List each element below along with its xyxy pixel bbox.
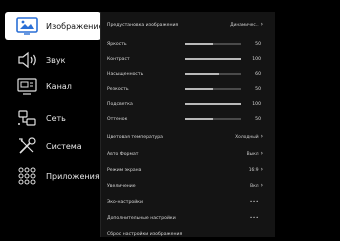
sidebar-item-apps[interactable]: Приложения [5, 162, 101, 190]
picture-preset-label: Предустановка изображения [107, 22, 179, 28]
backlight-value: 100 [252, 101, 261, 107]
brightness-label: Яркость [107, 41, 127, 47]
screen-mode-value-wrap: 16:9 › [249, 164, 263, 176]
reset-picture-row[interactable]: Сброс настройки изображения [107, 228, 269, 240]
tint-slider[interactable] [185, 118, 241, 120]
contrast-slider-fill [185, 58, 241, 60]
picture-preset-value: Динамичес.. [230, 22, 259, 28]
auto-format-value-wrap: Выкл › [247, 148, 263, 160]
contrast-value: 100 [252, 56, 261, 62]
sidebar-item-label: Изображение [46, 21, 104, 31]
sidebar-item-network[interactable]: Сеть [5, 104, 101, 132]
contrast-slider[interactable] [185, 58, 241, 60]
sidebar-item-system[interactable]: Система [5, 132, 101, 160]
chevron-right-icon: › [260, 182, 263, 189]
speaker-icon [15, 50, 39, 70]
color-temperature-value: Холодный [235, 134, 259, 140]
sidebar-item-label: Система [46, 141, 82, 151]
picture-icon [15, 16, 39, 36]
chevron-right-icon: › [260, 133, 263, 140]
auto-format-row[interactable]: Авто Формат Выкл › [107, 148, 269, 160]
backlight-label: Подсветка [107, 101, 133, 107]
sharpness-slider[interactable] [185, 88, 241, 90]
screen-mode-row[interactable]: Режим экрана 16:9 › [107, 164, 269, 176]
eco-settings-row[interactable]: Эко-настройки ••• [107, 196, 269, 208]
picture-settings-panel: Предустановка изображения Динамичес.. › … [100, 12, 275, 237]
tv-channel-icon [15, 76, 39, 96]
sidebar-item-channel[interactable]: Канал [5, 72, 101, 100]
advanced-settings-label: Дополнительные настройки [107, 215, 176, 221]
saturation-value: 60 [255, 71, 261, 77]
sharpness-label: Резкость [107, 86, 129, 92]
sidebar-item-label: Звук [46, 55, 66, 65]
apps-grid-icon [15, 166, 39, 186]
chevron-right-icon: › [260, 21, 263, 28]
reset-picture-label: Сброс настройки изображения [107, 231, 183, 237]
brightness-row[interactable]: Яркость 50 [107, 38, 269, 50]
tint-value: 50 [255, 116, 261, 122]
contrast-row[interactable]: Контраст 100 [107, 53, 269, 65]
saturation-slider[interactable] [185, 73, 241, 75]
tint-row[interactable]: Оттенок 50 [107, 113, 269, 125]
sidebar-item-label: Канал [46, 81, 72, 91]
sidebar-item-label: Приложения [46, 171, 100, 181]
sharpness-value: 50 [255, 86, 261, 92]
color-temperature-row[interactable]: Цветовая температура Холодный › [107, 131, 269, 143]
sidebar-item-sound[interactable]: Звук [5, 46, 101, 74]
sharpness-slider-fill [185, 88, 213, 90]
more-dots-icon: ••• [249, 199, 259, 205]
picture-preset-row[interactable]: Предустановка изображения Динамичес.. › [107, 19, 269, 31]
brightness-value: 50 [255, 41, 261, 47]
saturation-slider-fill [185, 73, 219, 75]
auto-format-value: Выкл [246, 151, 259, 157]
zoom-row[interactable]: Увеличение Вкл › [107, 180, 269, 192]
color-temperature-label: Цветовая температура [107, 134, 163, 140]
zoom-label: Увеличение [107, 183, 136, 189]
backlight-slider[interactable] [185, 103, 241, 105]
brightness-slider[interactable] [185, 43, 241, 45]
tint-label: Оттенок [107, 116, 128, 122]
color-temperature-value-wrap: Холодный › [235, 131, 263, 143]
chevron-right-icon: › [260, 166, 263, 173]
saturation-row[interactable]: Насыщенность 60 [107, 68, 269, 80]
advanced-settings-row[interactable]: Дополнительные настройки ••• [107, 212, 269, 224]
network-icon [15, 108, 39, 128]
sidebar-item-picture[interactable]: Изображение [5, 12, 104, 40]
picture-preset-value-wrap: Динамичес.. › [230, 19, 263, 31]
chevron-right-icon: › [260, 150, 263, 157]
tools-icon [15, 136, 39, 156]
screen-mode-label: Режим экрана [107, 167, 142, 173]
zoom-value: Вкл [250, 183, 259, 189]
screen-mode-value: 16:9 [248, 167, 259, 173]
zoom-value-wrap: Вкл › [250, 180, 263, 192]
eco-settings-label: Эко-настройки [107, 199, 143, 205]
saturation-label: Насыщенность [107, 71, 144, 77]
auto-format-label: Авто Формат [107, 151, 139, 157]
more-dots-icon: ••• [249, 215, 259, 221]
tint-slider-fill [185, 118, 213, 120]
settings-sidebar: Изображение Звук Канал Сеть Система Прил… [2, 4, 104, 236]
contrast-label: Контраст [107, 56, 130, 62]
brightness-slider-fill [185, 43, 213, 45]
backlight-row[interactable]: Подсветка 100 [107, 98, 269, 110]
sharpness-row[interactable]: Резкость 50 [107, 83, 269, 95]
sidebar-item-label: Сеть [46, 113, 66, 123]
backlight-slider-fill [185, 103, 241, 105]
